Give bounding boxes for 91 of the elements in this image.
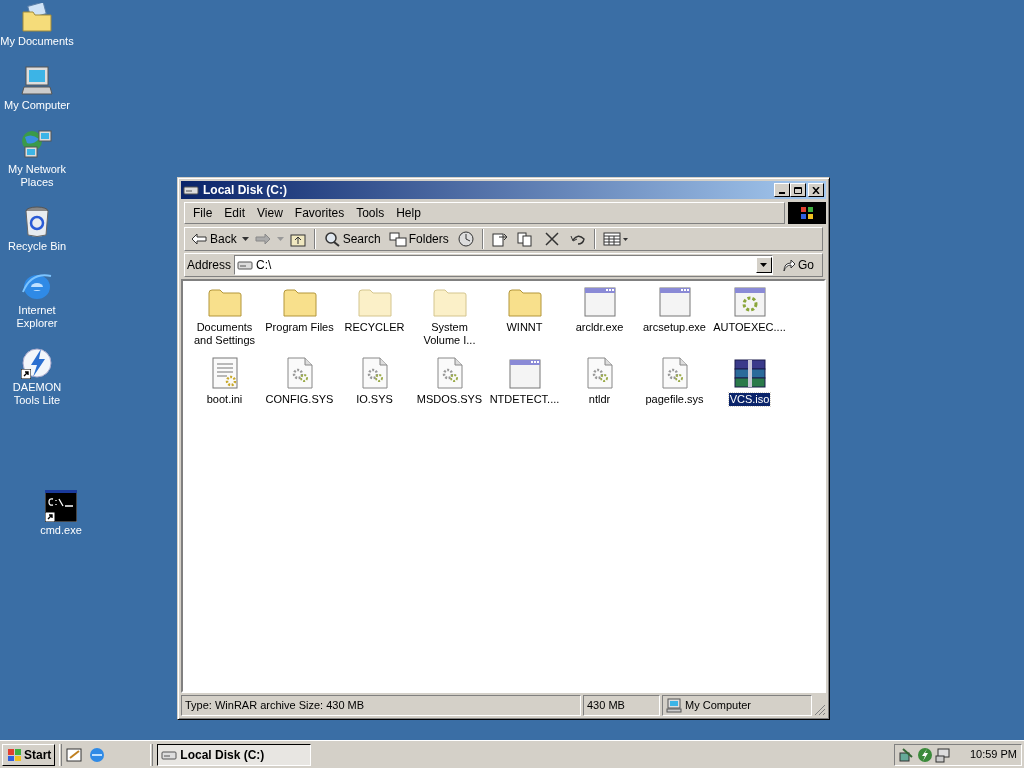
minimize-button[interactable] <box>774 183 790 197</box>
file-name[interactable]: arcldr.exe <box>574 321 625 334</box>
folder-icon <box>282 289 317 317</box>
network-icon <box>21 129 53 161</box>
gear-document-icon <box>435 357 464 389</box>
status-size: 430 MB <box>583 695 660 716</box>
windows-flag-icon <box>6 747 22 762</box>
computer-icon <box>21 65 53 97</box>
back-button[interactable]: Back <box>187 229 240 249</box>
resize-grip-icon[interactable] <box>814 704 826 716</box>
go-arrow-icon <box>782 258 796 272</box>
settings-document-icon <box>210 357 239 389</box>
console-icon <box>45 490 77 522</box>
folder-icon <box>207 289 242 317</box>
application-window-icon <box>658 287 691 317</box>
go-button[interactable]: Go <box>776 255 820 275</box>
application-window-icon <box>583 287 616 317</box>
drive-icon <box>161 749 178 760</box>
gear-document-icon <box>360 357 389 389</box>
file-name[interactable]: NTDETECT.... <box>488 393 561 406</box>
menu-item[interactable]: Edit <box>218 204 252 222</box>
file-name[interactable]: arcsetup.exe <box>642 321 707 334</box>
close-button[interactable] <box>808 183 824 197</box>
application-window-icon <box>508 359 541 389</box>
desktop-icon-label[interactable]: My Documents <box>0 35 74 48</box>
file-name[interactable]: System Volume I... <box>412 321 487 347</box>
search-icon <box>322 231 341 247</box>
file-name[interactable]: AUTOEXEC.... <box>712 321 787 334</box>
recycle-bin-icon <box>23 206 51 238</box>
file-name[interactable]: Documents and Settings <box>187 321 262 347</box>
drive-icon <box>237 260 254 270</box>
history-clock-icon <box>456 231 475 247</box>
maximize-icon <box>794 186 802 194</box>
up-folder-icon <box>288 231 307 247</box>
desktop-icon-label[interactable]: My Network Places <box>0 163 74 189</box>
desktop-icon-label[interactable]: cmd.exe <box>40 524 82 537</box>
gear-document-icon <box>585 357 614 389</box>
desktop-icon-label[interactable]: Recycle Bin <box>7 240 67 253</box>
menu-item[interactable]: Help <box>390 204 427 222</box>
clock: 10:59 PM <box>969 747 1017 763</box>
close-icon <box>812 186 820 194</box>
desktop-icon-label[interactable]: My Computer <box>4 99 70 112</box>
gear-window-icon <box>733 287 766 317</box>
file-name[interactable]: WINNT <box>505 321 544 334</box>
desktop-icon-label[interactable]: Internet Explorer <box>0 304 74 330</box>
task-button[interactable]: Local Disk (C:) <box>157 743 312 766</box>
window-title: Local Disk (C:) <box>203 182 288 199</box>
file-name[interactable]: IO.SYS <box>355 393 394 406</box>
menu-item[interactable]: Favorites <box>288 204 351 222</box>
caret-icon <box>760 263 768 267</box>
maximize-button[interactable] <box>790 183 806 197</box>
back-arrow-icon <box>190 231 208 247</box>
desktop-icon-label[interactable]: DAEMON Tools Lite <box>0 381 74 407</box>
windows-flag-icon <box>800 206 814 220</box>
forward-arrow-icon <box>253 231 272 247</box>
menu-item[interactable]: View <box>251 204 289 222</box>
folders-button[interactable]: Folders <box>385 229 452 249</box>
zone-label: My Computer <box>685 698 752 714</box>
dropdown-caret-icon[interactable] <box>241 237 249 241</box>
search-button[interactable]: Search <box>319 229 384 249</box>
dropdown-button[interactable] <box>756 257 772 273</box>
drive-icon <box>183 185 199 195</box>
file-name[interactable]: MSDOS.SYS <box>415 393 484 406</box>
file-name[interactable]: VCS.iso <box>728 393 771 406</box>
file-name[interactable]: Program Files <box>264 321 335 334</box>
folders-icon <box>388 231 407 247</box>
folder-icon <box>507 289 542 317</box>
views-grid-icon <box>602 231 629 247</box>
address-field[interactable]: C:\ <box>234 255 773 275</box>
gear-document-icon <box>660 357 689 389</box>
folder-icon <box>357 289 392 317</box>
file-name[interactable]: boot.ini <box>205 393 244 406</box>
folder-icon <box>21 3 53 33</box>
file-name[interactable]: ntldr <box>587 393 612 406</box>
start-button[interactable]: Start <box>2 743 56 766</box>
delete-icon <box>542 231 561 247</box>
status-info: Type: WinRAR archive Size: 430 MB <box>181 695 581 716</box>
folder-icon <box>432 289 467 317</box>
computer-icon <box>666 698 682 713</box>
file-name[interactable]: pagefile.sys <box>644 393 705 406</box>
stacked-books-icon <box>732 359 767 389</box>
menu-item[interactable]: Tools <box>350 204 391 222</box>
file-name[interactable]: RECYCLER <box>343 321 406 334</box>
address-label: Address <box>187 257 232 274</box>
lightning-icon <box>21 347 53 379</box>
move-to-icon <box>490 231 509 247</box>
gear-document-icon <box>285 357 314 389</box>
lightning-icon[interactable] <box>917 746 933 763</box>
file-name[interactable]: CONFIG.SYS <box>264 393 335 406</box>
menu-item[interactable]: File <box>187 204 219 222</box>
copy-to-icon <box>516 231 535 247</box>
